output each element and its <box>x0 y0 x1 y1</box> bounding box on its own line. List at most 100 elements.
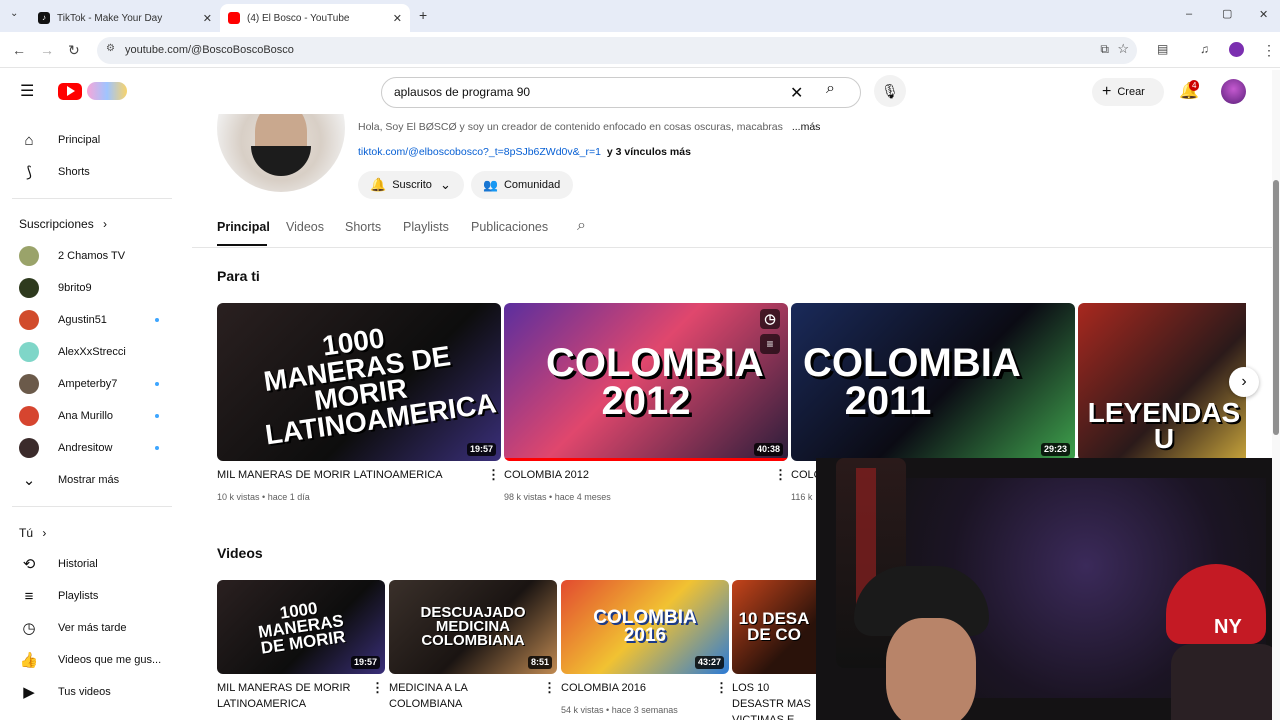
sidebar-item-playlists[interactable]: ≡ Playlists <box>0 580 180 612</box>
video-thumbnail[interactable]: COLOMBIA 2012 ◷ ≡ 40:38 <box>504 303 788 461</box>
scrollbar-thumb[interactable] <box>1273 180 1279 435</box>
youtube-logo[interactable] <box>58 83 82 100</box>
media-controls-icon[interactable]: ♫ <box>1200 42 1209 56</box>
tiktok-link[interactable]: tiktok.com/@elboscobosco?_t=8pSJb6ZWd0v&… <box>358 146 601 158</box>
browser-menu-icon[interactable]: ⋮ <box>1262 42 1276 59</box>
video-menu-icon[interactable]: ⋮ <box>774 467 787 483</box>
create-button[interactable]: + Crear <box>1092 78 1164 106</box>
thumbnail-overlay-text: 1000 MANERAS DE MORIR <box>257 598 347 658</box>
more-link[interactable]: ...más <box>792 121 821 133</box>
video-title[interactable]: MIL MANERAS DE MORIR LATINOAMERICA <box>217 467 443 483</box>
tab-publicaciones[interactable]: Publicaciones <box>471 220 548 234</box>
browser-tab-youtube[interactable]: (4) El Bosco - YouTube ✕ <box>220 4 410 32</box>
tab-videos[interactable]: Videos <box>286 220 324 234</box>
sidebar-subscription-item[interactable]: 2 Chamos TV <box>0 240 180 272</box>
chevron-down-icon: ⌄ <box>22 472 36 489</box>
site-info-icon[interactable]: ⚙ <box>106 43 115 54</box>
add-to-queue-icon[interactable]: ≡ <box>760 334 780 354</box>
channel-avatar <box>19 278 39 298</box>
video-title[interactable]: LOS 10 DESASTR MAS VICTIMAS E <box>732 680 816 720</box>
video-thumbnail[interactable]: 10 DESA DE CO <box>732 580 816 674</box>
search-icon[interactable]: ⌕ <box>826 80 835 98</box>
video-age: hace 1 día <box>267 492 310 502</box>
sidebar-subscription-item[interactable]: Ampeterby7 <box>0 368 180 400</box>
you-label: Tú <box>19 526 34 540</box>
sidebar-subscription-item[interactable]: Andresitow <box>0 432 180 464</box>
search-input[interactable]: aplausos de programa 90 <box>394 85 530 99</box>
video-thumbnail[interactable]: DESCUAJADO MEDICINA COLOMBIANA 8:51 <box>389 580 557 674</box>
sidebar-item-shorts[interactable]: ⟆ Shorts <box>0 156 180 188</box>
voice-search-button[interactable]: 🎙 <box>874 75 906 107</box>
install-icon[interactable]: ⧉ <box>1100 42 1109 57</box>
tab-playlists[interactable]: Playlists <box>403 220 449 234</box>
channel-description[interactable]: Hola, Soy El BØSCØ y soy un creador de c… <box>358 121 820 133</box>
video-thumbnail[interactable]: 1000 MANERAS DE MORIR 19:57 <box>217 580 385 674</box>
sidebar-subscription-item[interactable]: Ana Murillo <box>0 400 180 432</box>
you-header[interactable]: Tú › <box>19 526 46 540</box>
close-window-button[interactable]: ✕ <box>1259 8 1268 21</box>
maximize-button[interactable]: ▢ <box>1222 7 1232 20</box>
community-button[interactable]: 👥 Comunidad <box>471 171 573 199</box>
back-icon[interactable]: ← <box>12 42 26 58</box>
new-content-dot <box>155 414 159 418</box>
divider <box>12 506 172 507</box>
close-tab-icon[interactable]: ✕ <box>203 12 212 25</box>
channel-search-icon[interactable]: ⌕ <box>577 217 586 235</box>
video-menu-icon[interactable]: ⋮ <box>543 680 556 696</box>
sidebar-item-your-videos[interactable]: ▶ Tus videos <box>0 676 180 708</box>
video-thumbnail[interactable]: 1000 MANERAS DE MORIR LATINOAMERICA 19:5… <box>217 303 501 461</box>
subscriptions-header[interactable]: Suscripciones › <box>19 217 107 231</box>
video-title[interactable]: COLOMBIA 2016 <box>561 680 646 696</box>
close-tab-icon[interactable]: ✕ <box>393 12 402 25</box>
sidebar-subscription-item[interactable]: AlexXxStrecci <box>0 336 180 368</box>
sidebar-item-history[interactable]: ⟲ Historial <box>0 548 180 580</box>
subscribed-button[interactable]: 🔔 Suscrito ⌄ <box>358 171 464 199</box>
video-thumbnail[interactable]: COLOMBIA 2016 43:27 <box>561 580 729 674</box>
sidebar-subscription-item[interactable]: Agustin51 <box>0 304 180 336</box>
bookmark-star-icon[interactable]: ☆ <box>1117 41 1129 57</box>
video-duration: 8:51 <box>527 656 552 669</box>
video-title[interactable]: MEDICINA A LA COLOMBIANA <box>389 680 499 712</box>
carousel-next-button[interactable]: › <box>1229 367 1259 397</box>
video-menu-icon[interactable]: ⋮ <box>371 680 384 696</box>
more-links[interactable]: y 3 vínculos más <box>607 146 691 158</box>
video-menu-icon[interactable]: ⋮ <box>715 680 728 696</box>
forward-icon[interactable]: → <box>40 42 54 58</box>
reading-mode-icon[interactable]: ▤ <box>1157 42 1168 56</box>
new-content-dot <box>155 446 159 450</box>
new-tab-button[interactable]: + <box>419 7 427 23</box>
video-thumbnail[interactable]: LEYENDAS U <box>1078 303 1246 461</box>
tab-shorts[interactable]: Shorts <box>345 220 381 234</box>
tab-search-chevron-icon[interactable]: ⌄ <box>10 8 18 19</box>
video-thumbnail[interactable]: COLOMBIA 2011 29:23 <box>791 303 1075 461</box>
channel-avatar <box>19 406 39 426</box>
sidebar-item-principal[interactable]: ⌂ Principal <box>0 124 180 156</box>
sidebar-item-liked-videos[interactable]: 👍 Videos que me gus... <box>0 644 180 676</box>
search-box[interactable]: aplausos de programa 90 ✕ <box>381 77 861 108</box>
channel-avatar <box>19 342 39 362</box>
tab-principal[interactable]: Principal <box>217 220 270 234</box>
profile-avatar-icon[interactable] <box>1229 42 1244 57</box>
video-title[interactable]: COLOMBIA 2012 <box>504 467 589 483</box>
url-field[interactable]: ⚙ youtube.com/@BoscoBoscoBosco ⧉ ☆ <box>97 37 1137 64</box>
channel-links: tiktok.com/@elboscobosco?_t=8pSJb6ZWd0v&… <box>358 146 691 158</box>
webcam-overlay: NY <box>816 458 1280 720</box>
watch-later-icon: ◷ <box>22 620 36 637</box>
clear-search-icon[interactable]: ✕ <box>790 83 803 103</box>
video-menu-icon[interactable]: ⋮ <box>487 467 500 483</box>
hamburger-menu-icon[interactable]: ☰ <box>20 81 34 101</box>
chevron-right-icon: › <box>103 217 108 231</box>
reload-icon[interactable]: ↻ <box>68 42 80 59</box>
sidebar-item-watch-later[interactable]: ◷ Ver más tarde <box>0 612 180 644</box>
browser-tab-tiktok[interactable]: ♪ TikTok - Make Your Day ✕ <box>30 4 220 32</box>
sidebar-item-label: Playlists <box>58 590 99 602</box>
minimize-button[interactable]: – <box>1186 8 1192 20</box>
sidebar-item-label: Shorts <box>58 166 90 178</box>
video-title[interactable]: MIL MANERAS DE MORIR LATINOAMERICA <box>217 680 357 712</box>
video-metadata: 10 k vistas • hace 1 día <box>217 492 310 502</box>
watch-later-icon[interactable]: ◷ <box>760 309 780 329</box>
section-title-videos[interactable]: Videos <box>217 545 263 561</box>
show-more-button[interactable]: ⌄ Mostrar más <box>0 464 180 496</box>
sidebar-subscription-item[interactable]: 9brito9 <box>0 272 180 304</box>
account-avatar[interactable] <box>1221 79 1246 104</box>
